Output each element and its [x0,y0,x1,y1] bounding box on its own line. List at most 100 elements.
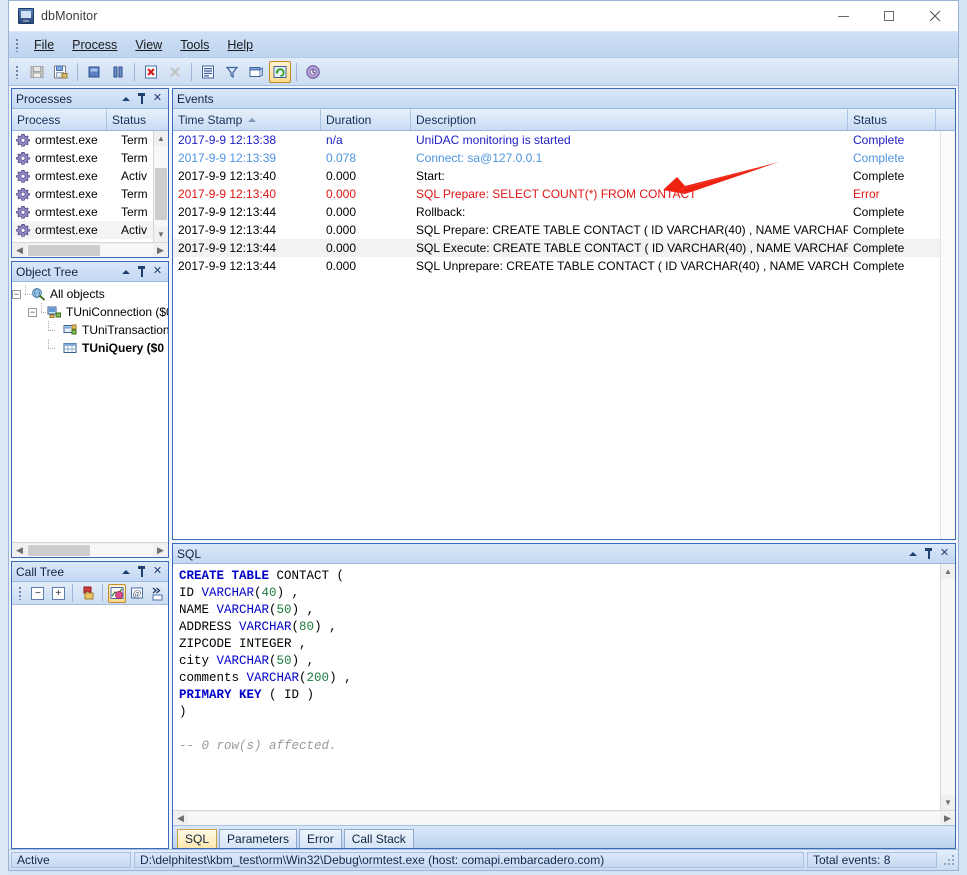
tab-call-stack[interactable]: Call Stack [343,829,414,848]
menu-grip-icon[interactable] [13,37,22,53]
processes-collapse-button[interactable] [120,93,131,104]
processes-close-button[interactable]: ✕ [152,93,163,104]
events-column-duration[interactable]: Duration [321,109,411,130]
filter-button[interactable] [221,61,243,83]
event-row[interactable]: 2017-9-9 12:13:44 0.000 SQL Unprepare: CRE… [173,257,940,275]
processes-list[interactable]: ormtest.exe Term ormtest.exe Term ormtest.ex… [12,131,153,242]
scroll-left-icon[interactable]: ◀ [12,243,27,258]
sql-vertical-scrollbar[interactable]: ▲ ▼ [940,564,955,810]
scroll-left-icon[interactable]: ◀ [12,543,27,558]
columns-button[interactable] [245,61,267,83]
minimize-button[interactable] [820,1,866,31]
scroll-up-icon[interactable]: ▲ [941,564,955,579]
process-row[interactable]: ormtest.exe Term [12,185,153,203]
object-tree-collapse-button[interactable] [120,266,131,277]
bookmark-button[interactable] [78,584,96,603]
event-row[interactable]: 2017-9-9 12:13:44 0.000 SQL Prepare: CREAT… [173,221,940,239]
scroll-down-icon[interactable]: ▼ [154,227,168,242]
tab-error[interactable]: Error [299,829,342,848]
object-tree-horizontal-scrollbar[interactable]: ◀ ▶ [12,542,168,557]
email-button[interactable]: @ [128,584,146,603]
sql-horizontal-scrollbar[interactable]: ◀ ▶ [173,810,955,825]
events-list[interactable]: 2017-9-9 12:13:38 n/a UniDAC monitoring is… [173,131,940,539]
call-tree-grip-icon[interactable] [16,585,25,601]
sql-collapse-button[interactable] [907,548,918,559]
events-column-status[interactable]: Status [848,109,936,130]
sql-pin-button[interactable] [923,548,934,559]
call-tree-content[interactable] [12,605,168,848]
event-row[interactable]: 2017-9-9 12:13:44 0.000 SQL Execute: CREAT… [173,239,940,257]
sql-close-button[interactable]: ✕ [939,548,950,559]
menu-file[interactable]: File [25,35,63,55]
object-tree-list[interactable]: − All objects − TUniConnection ($0 TUniTrans… [12,282,168,542]
processes-scroll-track[interactable] [154,146,168,227]
pause-button[interactable] [107,61,129,83]
tree-node[interactable]: TUniQuery ($0 [12,339,168,357]
sql-editor[interactable]: CREATE TABLE CONTACT (ID VARCHAR(40) , NA… [173,564,940,810]
process-row[interactable]: ormtest.exe Term [12,203,153,221]
maximize-button[interactable] [866,1,912,31]
processes-scroll-thumb[interactable] [155,168,167,220]
events-column-description[interactable]: Description [411,109,848,130]
tab-sql[interactable]: SQL [177,829,218,848]
object-tree-hscroll-thumb[interactable] [28,544,90,556]
processes-pin-button[interactable] [136,93,147,104]
events-column-timestamp[interactable]: Time Stamp [173,109,321,130]
clear-button[interactable] [164,61,186,83]
save-as-button[interactable] [50,61,72,83]
delete-button[interactable] [140,61,162,83]
tree-node[interactable]: − All objects [12,285,168,303]
menu-help[interactable]: Help [218,35,262,55]
process-row[interactable]: ormtest.exe Term [12,131,153,149]
stop-button[interactable] [83,61,105,83]
process-row[interactable]: ormtest.exe Activ [12,167,153,185]
sql-hscroll-track[interactable] [188,811,940,825]
tree-expander[interactable]: − [28,307,37,317]
close-button[interactable] [912,1,958,31]
scroll-right-icon[interactable]: ▶ [940,811,955,826]
process-row[interactable]: ormtest.exe Activ [12,221,153,239]
processes-hscroll-thumb[interactable] [28,244,100,256]
refresh-button[interactable] [269,60,291,83]
sql-scroll-track[interactable] [941,579,955,795]
scroll-down-icon[interactable]: ▼ [941,795,955,810]
object-tree-pin-button[interactable] [136,266,147,277]
event-row[interactable]: 2017-9-9 12:13:38 n/a UniDAC monitoring is… [173,131,940,149]
menu-process[interactable]: Process [63,35,126,55]
tree-node[interactable]: − TUniConnection ($0 [12,303,168,321]
tree-expander[interactable]: − [12,289,21,299]
menu-view[interactable]: View [126,35,171,55]
resize-grip-icon[interactable] [942,853,956,867]
processes-vertical-scrollbar[interactable]: ▲ ▼ [153,131,168,242]
chart-button[interactable] [107,583,127,603]
event-row[interactable]: 2017-9-9 12:13:39 0.078 Connect: sa@127.0.… [173,149,940,167]
scroll-right-icon[interactable]: ▶ [153,543,168,558]
call-tree-collapse-button[interactable] [120,566,131,577]
save-button[interactable] [26,61,48,83]
call-tree-pin-button[interactable] [136,566,147,577]
processes-column-process[interactable]: Process [12,109,107,130]
about-button[interactable] [302,61,324,83]
object-tree-close-button[interactable]: ✕ [152,266,163,277]
properties-button[interactable] [197,61,219,83]
process-row[interactable]: ormtest.exe Term [12,149,153,167]
processes-horizontal-scrollbar[interactable]: ◀ ▶ [12,242,168,257]
scroll-left-icon[interactable]: ◀ [173,811,188,826]
tree-node[interactable]: TUniTransaction [12,321,168,339]
menu-tools[interactable]: Tools [171,35,218,55]
expand-all-button[interactable]: + [49,584,67,603]
more-button[interactable] [149,584,167,603]
events-vertical-scrollbar[interactable] [940,131,955,539]
event-row[interactable]: 2017-9-9 12:13:40 0.000 SQL Prepare: SELEC… [173,185,940,203]
toolbar-grip-icon[interactable] [13,64,22,80]
processes-hscroll-track[interactable] [27,243,153,257]
processes-column-status[interactable]: Status [107,109,168,130]
scroll-up-icon[interactable]: ▲ [154,131,168,146]
call-tree-close-button[interactable]: ✕ [152,566,163,577]
tab-parameters[interactable]: Parameters [219,829,298,848]
event-row[interactable]: 2017-9-9 12:13:40 0.000 Start: Complete [173,167,940,185]
collapse-all-button[interactable]: − [29,584,47,603]
scroll-right-icon[interactable]: ▶ [153,243,168,258]
object-tree-hscroll-track[interactable] [27,543,153,557]
event-row[interactable]: 2017-9-9 12:13:44 0.000 Rollback: Complete [173,203,940,221]
